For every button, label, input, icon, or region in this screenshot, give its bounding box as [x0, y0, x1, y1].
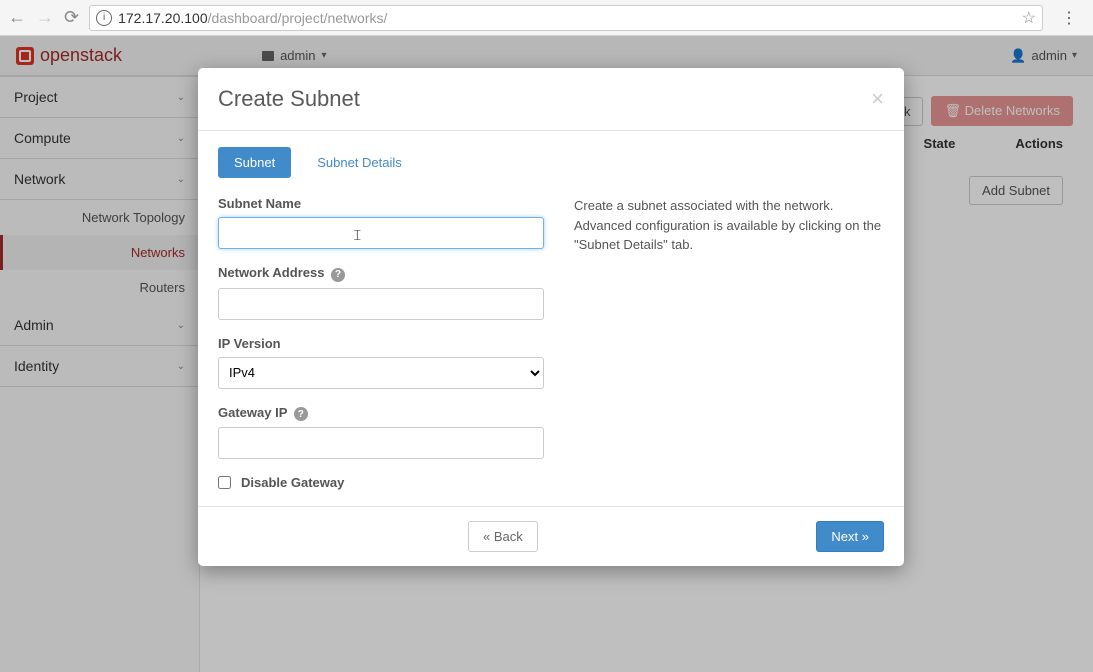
- browser-toolbar: ← → ⟳ i 172.17.20.100/dashboard/project/…: [0, 0, 1093, 36]
- network-address-input[interactable]: [218, 288, 544, 320]
- create-subnet-modal: Create Subnet × Subnet Subnet Details Su…: [198, 68, 904, 566]
- back-button[interactable]: ←: [8, 7, 26, 28]
- label-gateway-ip: Gateway IP ?: [218, 405, 544, 422]
- field-ip-version: IP Version IPv4: [218, 336, 544, 389]
- form-help-text: Create a subnet associated with the netw…: [574, 196, 884, 490]
- address-bar[interactable]: i 172.17.20.100/dashboard/project/networ…: [89, 5, 1043, 31]
- disable-gateway-checkbox[interactable]: [218, 476, 231, 489]
- site-info-icon[interactable]: i: [96, 10, 112, 26]
- field-subnet-name: Subnet Name: [218, 196, 544, 249]
- label-ip-version: IP Version: [218, 336, 544, 351]
- browser-menu-icon[interactable]: ⋮: [1053, 8, 1085, 28]
- bookmark-star-icon[interactable]: ☆: [1022, 8, 1036, 28]
- form-left: Subnet Name Network Address ? IP Version…: [218, 196, 544, 490]
- field-network-address: Network Address ?: [218, 265, 544, 320]
- field-disable-gateway: Disable Gateway: [218, 475, 544, 490]
- modal-header: Create Subnet ×: [198, 68, 904, 131]
- form-columns: Subnet Name Network Address ? IP Version…: [218, 196, 884, 490]
- reload-button[interactable]: ⟳: [64, 7, 79, 28]
- label-network-address: Network Address ?: [218, 265, 544, 282]
- browser-nav: ← → ⟳: [8, 7, 79, 28]
- modal-title: Create Subnet: [218, 86, 360, 112]
- ip-version-select[interactable]: IPv4: [218, 357, 544, 389]
- tab-subnet-details[interactable]: Subnet Details: [301, 147, 418, 178]
- subnet-name-input[interactable]: [218, 217, 544, 249]
- modal-footer: « Back Next »: [198, 506, 904, 566]
- help-icon[interactable]: ?: [294, 407, 308, 421]
- url-text: 172.17.20.100/dashboard/project/networks…: [118, 10, 387, 26]
- next-button[interactable]: Next »: [816, 521, 884, 552]
- close-icon[interactable]: ×: [871, 86, 884, 112]
- gateway-ip-input[interactable]: [218, 427, 544, 459]
- back-button[interactable]: « Back: [468, 521, 538, 552]
- tab-subnet[interactable]: Subnet: [218, 147, 291, 178]
- field-gateway-ip: Gateway IP ?: [218, 405, 544, 460]
- modal-body: Subnet Subnet Details Subnet Name Networ…: [198, 131, 904, 506]
- forward-button[interactable]: →: [36, 7, 54, 28]
- help-icon[interactable]: ?: [331, 268, 345, 282]
- modal-tabs: Subnet Subnet Details: [218, 147, 884, 178]
- label-disable-gateway: Disable Gateway: [241, 475, 344, 490]
- label-subnet-name: Subnet Name: [218, 196, 544, 211]
